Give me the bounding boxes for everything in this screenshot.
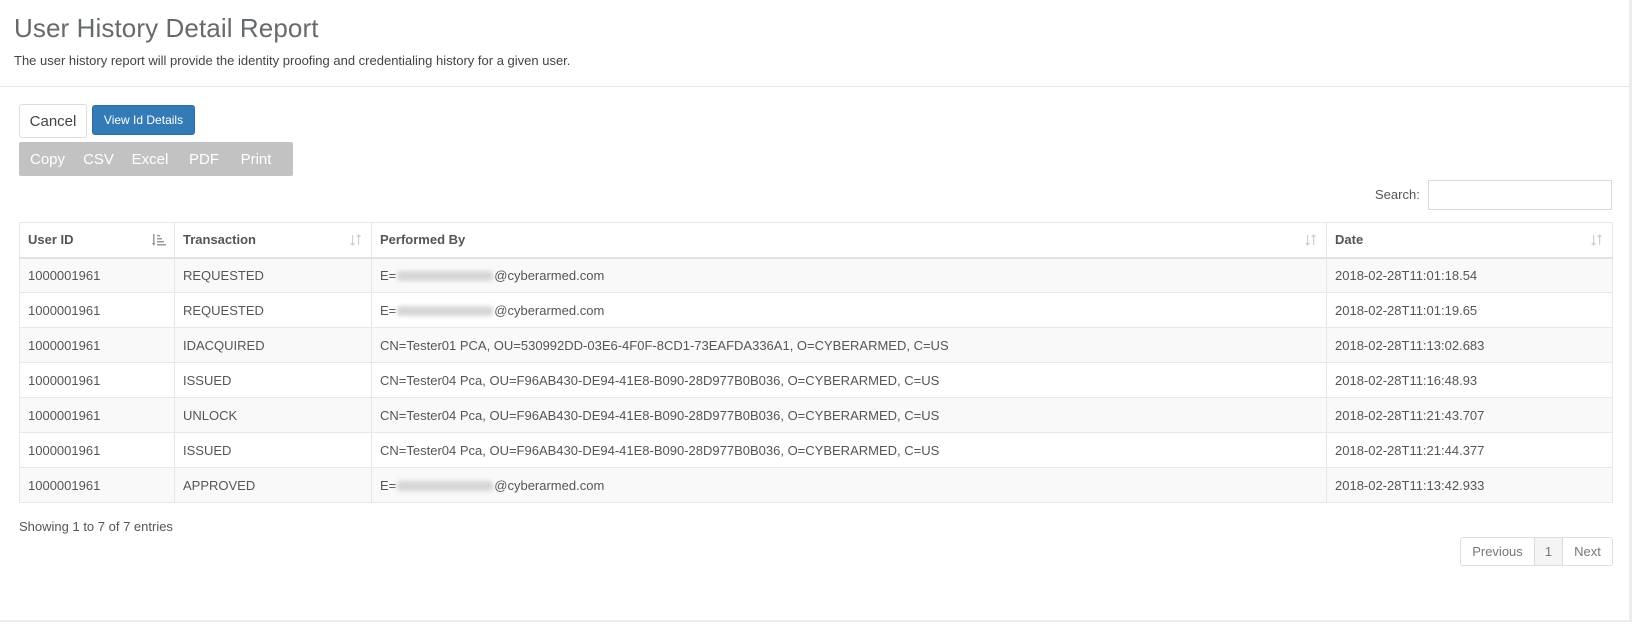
search-input[interactable] bbox=[1428, 180, 1612, 210]
cell-performed-by: E= @cyberarmed.com bbox=[371, 467, 1327, 503]
page-subtitle: The user history report will provide the… bbox=[14, 53, 571, 68]
column-header-transaction[interactable]: Transaction bbox=[174, 222, 372, 259]
pagination: Previous 1 Next bbox=[1460, 537, 1613, 566]
column-header-label: Transaction bbox=[183, 232, 256, 248]
table-row[interactable]: 1000001961 ISSUED CN=Tester04 Pca, OU=F9… bbox=[19, 432, 1613, 468]
performed-by-prefix: E= bbox=[380, 477, 397, 493]
cell-transaction: REQUESTED bbox=[174, 257, 372, 293]
table-info: Showing 1 to 7 of 7 entries bbox=[19, 519, 173, 534]
page-header: User History Detail Report The user hist… bbox=[0, 0, 1629, 87]
performed-by-text: CN=Tester04 Pca, OU=F96AB430-DE94-41E8-B… bbox=[380, 407, 940, 423]
cell-user-id: 1000001961 bbox=[19, 432, 175, 468]
report-page: User History Detail Report The user hist… bbox=[0, 0, 1632, 622]
redacted-text bbox=[397, 306, 494, 317]
performed-by-prefix: E= bbox=[380, 267, 397, 283]
redacted-text bbox=[397, 271, 494, 282]
cell-date: 2018-02-28T11:01:18.54 bbox=[1326, 257, 1613, 293]
cell-user-id: 1000001961 bbox=[19, 327, 175, 363]
redacted-text bbox=[397, 481, 494, 492]
export-button-group: Copy CSV Excel PDF Print bbox=[19, 142, 293, 176]
column-header-date[interactable]: Date bbox=[1326, 222, 1613, 259]
column-header-label: User ID bbox=[28, 232, 74, 248]
table-row[interactable]: 1000001961 UNLOCK CN=Tester04 Pca, OU=F9… bbox=[19, 397, 1613, 433]
cell-date: 2018-02-28T11:16:48.93 bbox=[1326, 362, 1613, 398]
performed-by-suffix: @cyberarmed.com bbox=[494, 302, 605, 318]
cell-transaction: APPROVED bbox=[174, 467, 372, 503]
column-header-performed-by[interactable]: Performed By bbox=[371, 222, 1327, 259]
excel-button[interactable]: Excel bbox=[121, 142, 179, 176]
cell-user-id: 1000001961 bbox=[19, 292, 175, 328]
cell-user-id: 1000001961 bbox=[19, 257, 175, 293]
cancel-button[interactable]: Cancel bbox=[19, 104, 87, 138]
csv-button[interactable]: CSV bbox=[76, 142, 121, 176]
sort-both-icon bbox=[350, 234, 362, 246]
cell-date: 2018-02-28T11:13:42.933 bbox=[1326, 467, 1613, 503]
cell-date: 2018-02-28T11:21:43.707 bbox=[1326, 397, 1613, 433]
cell-performed-by: CN=Tester04 Pca, OU=F96AB430-DE94-41E8-B… bbox=[371, 362, 1327, 398]
page-button-current[interactable]: 1 bbox=[1534, 538, 1562, 565]
cell-date: 2018-02-28T11:01:19.65 bbox=[1326, 292, 1613, 328]
performed-by-text: CN=Tester01 PCA, OU=530992DD-03E6-4F0F-8… bbox=[380, 337, 949, 353]
cell-transaction: ISSUED bbox=[174, 362, 372, 398]
cell-performed-by: CN=Tester04 Pca, OU=F96AB430-DE94-41E8-B… bbox=[371, 397, 1327, 433]
table-header-row: User ID Transaction Performed By Date bbox=[19, 222, 1613, 259]
cell-user-id: 1000001961 bbox=[19, 362, 175, 398]
sort-amount-icon bbox=[152, 234, 166, 246]
print-button[interactable]: Print bbox=[229, 142, 283, 176]
view-id-details-button[interactable]: View Id Details bbox=[92, 105, 195, 135]
table-row[interactable]: 1000001961 APPROVED E= @cyberarmed.com 20… bbox=[19, 467, 1613, 503]
cell-transaction: REQUESTED bbox=[174, 292, 372, 328]
page-title: User History Detail Report bbox=[14, 13, 319, 43]
previous-page-button[interactable]: Previous bbox=[1461, 538, 1534, 565]
next-page-button[interactable]: Next bbox=[1562, 538, 1612, 565]
cell-date: 2018-02-28T11:13:02.683 bbox=[1326, 327, 1613, 363]
column-header-user-id[interactable]: User ID bbox=[19, 222, 175, 259]
performed-by-text: CN=Tester04 Pca, OU=F96AB430-DE94-41E8-B… bbox=[380, 372, 940, 388]
column-header-label: Performed By bbox=[380, 232, 466, 248]
history-table: User ID Transaction Performed By Date 10… bbox=[19, 222, 1613, 503]
cell-date: 2018-02-28T11:21:44.377 bbox=[1326, 432, 1613, 468]
pdf-button[interactable]: PDF bbox=[179, 142, 229, 176]
performed-by-prefix: E= bbox=[380, 302, 397, 318]
performed-by-text: CN=Tester04 Pca, OU=F96AB430-DE94-41E8-B… bbox=[380, 442, 940, 458]
cell-performed-by: CN=Tester04 Pca, OU=F96AB430-DE94-41E8-B… bbox=[371, 432, 1327, 468]
cell-performed-by: E= @cyberarmed.com bbox=[371, 257, 1327, 293]
cell-user-id: 1000001961 bbox=[19, 467, 175, 503]
sort-both-icon bbox=[1305, 234, 1317, 246]
performed-by-suffix: @cyberarmed.com bbox=[494, 477, 605, 493]
cell-transaction: UNLOCK bbox=[174, 397, 372, 433]
table-row[interactable]: 1000001961 IDACQUIRED CN=Tester01 PCA, O… bbox=[19, 327, 1613, 363]
cell-transaction: ISSUED bbox=[174, 432, 372, 468]
cell-user-id: 1000001961 bbox=[19, 397, 175, 433]
column-header-label: Date bbox=[1335, 232, 1364, 248]
cell-performed-by: CN=Tester01 PCA, OU=530992DD-03E6-4F0F-8… bbox=[371, 327, 1327, 363]
sort-both-icon bbox=[1591, 234, 1603, 246]
cell-performed-by: E= @cyberarmed.com bbox=[371, 292, 1327, 328]
search-label: Search: bbox=[1375, 187, 1420, 202]
copy-button[interactable]: Copy bbox=[19, 142, 76, 176]
table-row[interactable]: 1000001961 ISSUED CN=Tester04 Pca, OU=F9… bbox=[19, 362, 1613, 398]
performed-by-suffix: @cyberarmed.com bbox=[494, 267, 605, 283]
cell-transaction: IDACQUIRED bbox=[174, 327, 372, 363]
table-row[interactable]: 1000001961 REQUESTED E= @cyberarmed.com 2… bbox=[19, 292, 1613, 328]
table-row[interactable]: 1000001961 REQUESTED E= @cyberarmed.com 2… bbox=[19, 257, 1613, 293]
